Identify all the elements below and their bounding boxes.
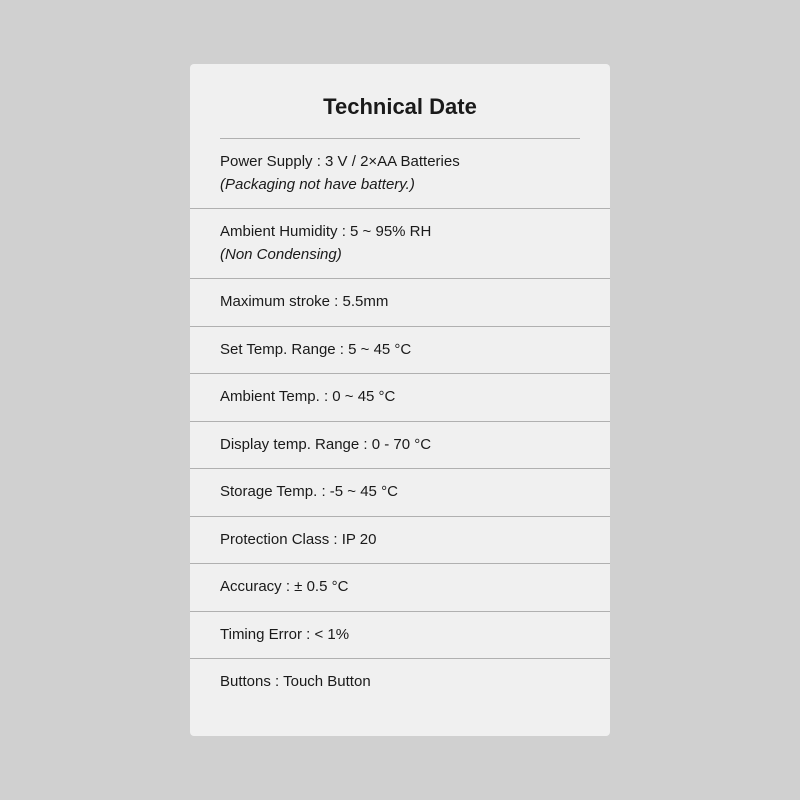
row-display-temp-range: Display temp. Range : 0 - 70 °C (190, 422, 610, 470)
row-storage-temp-line1: Storage Temp. : -5 ~ 45 °C (220, 481, 580, 504)
row-ambient-temp-line1: Ambient Temp. : 0 ~ 45 °C (220, 386, 580, 409)
technical-date-card: Technical Date Power Supply : 3 V / 2×AA… (190, 64, 610, 736)
row-ambient-humidity: Ambient Humidity : 5 ~ 95% RH(Non Conden… (190, 209, 610, 279)
row-accuracy-line1: Accuracy : ± 0.5 °C (220, 576, 580, 599)
row-maximum-stroke: Maximum stroke : 5.5mm (190, 279, 610, 327)
row-timing-error-line1: Timing Error : < 1% (220, 624, 580, 647)
row-accuracy: Accuracy : ± 0.5 °C (190, 564, 610, 612)
row-ambient-humidity-line1: Ambient Humidity : 5 ~ 95% RH (220, 221, 580, 244)
row-timing-error: Timing Error : < 1% (190, 612, 610, 660)
row-power-supply-line2: (Packaging not have battery.) (220, 174, 580, 197)
row-buttons: Buttons : Touch Button (190, 659, 610, 706)
card-title: Technical Date (190, 94, 610, 120)
row-protection-class-line1: Protection Class : IP 20 (220, 529, 580, 552)
row-set-temp-range: Set Temp. Range : 5 ~ 45 °C (190, 327, 610, 375)
row-protection-class: Protection Class : IP 20 (190, 517, 610, 565)
specs-list: Power Supply : 3 V / 2×AA Batteries(Pack… (190, 139, 610, 706)
row-display-temp-range-line1: Display temp. Range : 0 - 70 °C (220, 434, 580, 457)
row-ambient-humidity-line2: (Non Condensing) (220, 244, 580, 267)
row-power-supply-line1: Power Supply : 3 V / 2×AA Batteries (220, 151, 580, 174)
row-buttons-line1: Buttons : Touch Button (220, 671, 580, 694)
row-set-temp-range-line1: Set Temp. Range : 5 ~ 45 °C (220, 339, 580, 362)
row-power-supply: Power Supply : 3 V / 2×AA Batteries(Pack… (190, 139, 610, 209)
row-maximum-stroke-line1: Maximum stroke : 5.5mm (220, 291, 580, 314)
row-storage-temp: Storage Temp. : -5 ~ 45 °C (190, 469, 610, 517)
row-ambient-temp: Ambient Temp. : 0 ~ 45 °C (190, 374, 610, 422)
